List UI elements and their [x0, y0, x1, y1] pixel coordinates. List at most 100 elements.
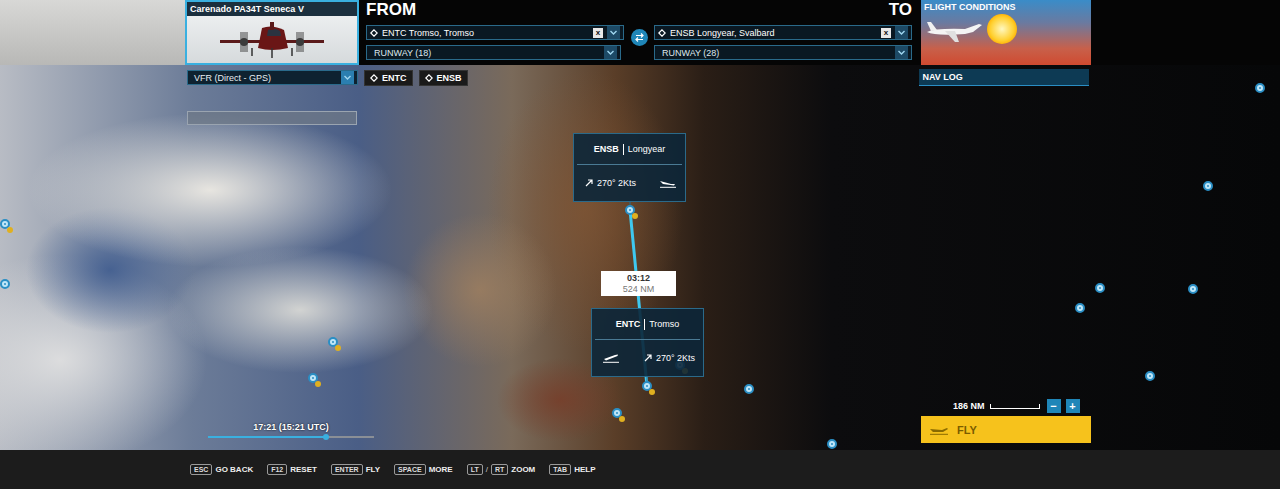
aircraft-icon	[187, 16, 357, 63]
from-airport: ENTC Tromso, Tromso	[382, 28, 589, 38]
chevron-down-icon	[604, 46, 617, 59]
waypoint-label: ENTC	[382, 73, 407, 83]
shortcut-label: HELP	[574, 465, 595, 474]
wind-reading: 270° 2Kts	[597, 178, 636, 188]
fly-label: FLY	[957, 424, 977, 436]
zoom-in-button[interactable]: +	[1066, 399, 1080, 413]
header: Carenado PA34T Seneca VFROMENTC Tromso, …	[0, 0, 1280, 90]
zoom-out-button[interactable]: −	[1047, 399, 1061, 413]
airport-pin-icon[interactable]	[744, 384, 754, 394]
shortcut-label: GO BACK	[215, 465, 253, 474]
airport-badge-icon	[632, 213, 638, 219]
airport-name: Tromso	[649, 319, 679, 329]
from-clear-button[interactable]: x	[593, 28, 603, 38]
divider	[623, 144, 624, 155]
shortcut[interactable]: ESCGO BACK	[190, 464, 253, 475]
waypoint-button[interactable]: ENTC	[364, 70, 413, 86]
chevron-down-icon	[607, 26, 620, 39]
waypoint-icon	[425, 74, 433, 82]
wind-reading: 270° 2Kts	[656, 353, 695, 363]
key-cap: ESC	[190, 464, 212, 475]
shortcut-label: RESET	[290, 465, 317, 474]
flight-plan-type: VFR (Direct - GPS)	[191, 73, 337, 83]
fly-button[interactable]: FLY	[921, 416, 1091, 443]
airport-popup[interactable]: ENTCTromso 270° 2Kts	[591, 308, 704, 377]
from-runway-dropdown[interactable]: RUNWAY (18)	[366, 45, 621, 60]
key-cap: F12	[267, 464, 287, 475]
to-airport: ENSB Longyear, Svalbard	[670, 28, 877, 38]
to-airport-field[interactable]: ENSB Longyear, Svalbard x	[654, 25, 912, 40]
route-label: 03:12524 NM	[601, 271, 676, 296]
shortcut-bar: ESCGO BACK F12RESET ENTERFLY SPACEMORE LT/RT…	[0, 450, 1280, 489]
wind-icon	[643, 353, 653, 363]
nav-log-button[interactable]: NAV LOG	[919, 69, 1089, 86]
aircraft-name: Carenado PA34T Seneca V	[187, 2, 357, 16]
airport-code: ENSB	[594, 144, 619, 154]
right-controls: 186 NM −+ FLY	[921, 399, 1091, 443]
airport-pin-icon[interactable]	[1075, 303, 1085, 313]
spacer	[359, 0, 362, 65]
shortcut[interactable]: F12RESET	[267, 464, 317, 475]
to-clear-button[interactable]: x	[881, 28, 891, 38]
chevron-down-icon	[341, 71, 354, 84]
airport-pin-icon[interactable]	[1255, 83, 1265, 93]
key-cap: LT	[467, 464, 483, 475]
popup-header: ENSB Longyear	[577, 134, 682, 165]
popup-wind-row: 270° 2Kts	[592, 340, 703, 376]
popup-header: ENTCTromso	[595, 309, 700, 340]
airplane-icon	[925, 16, 985, 50]
airport-pin-icon[interactable]	[1095, 283, 1105, 293]
flight-plan-dropdown[interactable]: VFR (Direct - GPS)	[187, 70, 358, 85]
aircraft-card[interactable]: Carenado PA34T Seneca V	[185, 0, 359, 65]
landing-icon	[659, 178, 677, 188]
from-airport-field[interactable]: ENTC Tromso, Tromso x	[366, 25, 624, 40]
airport-pin-icon[interactable]	[1145, 371, 1155, 381]
key-separator: /	[486, 465, 488, 474]
shortcut[interactable]: TABHELP	[549, 464, 595, 475]
route-time: 03:12	[627, 273, 650, 284]
airport-popup[interactable]: ENSB Longyear 270° 2Kts	[573, 133, 686, 202]
shortcut-label: FLY	[366, 465, 380, 474]
key-cap: TAB	[549, 464, 571, 475]
airport-badge-icon	[315, 381, 321, 387]
from-runway: RUNWAY (18)	[370, 48, 600, 58]
airport-pin-icon[interactable]	[1188, 284, 1198, 294]
swap-icon[interactable]	[631, 29, 648, 46]
scale-label: 186 NM	[953, 401, 985, 411]
search-field[interactable]	[187, 111, 357, 125]
top-bar: Carenado PA34T Seneca VFROMENTC Tromso, …	[0, 0, 1280, 65]
to-section: TO ENSB Longyear, Svalbard x RUNWAY (28)	[650, 0, 916, 65]
time-fill	[208, 436, 326, 438]
airport-pin-icon[interactable]	[827, 439, 837, 449]
plan-bar: VFR (Direct - GPS) ENTC ENSB NAV LOG	[0, 65, 1280, 90]
airport-name: Longyear	[628, 144, 666, 154]
key-cap: ENTER	[331, 464, 363, 475]
top-right-fill	[1091, 0, 1280, 65]
bottom-controls: 17:21 (15:21 UTC) 186 NM −+ FLY	[0, 399, 1280, 450]
to-heading: TO	[654, 0, 912, 20]
wind-group: 270° 2Kts	[584, 178, 636, 188]
waypoint-button[interactable]: ENSB	[419, 70, 468, 86]
airport-badge-icon	[335, 345, 341, 351]
takeoff-icon	[602, 353, 620, 363]
airport-pin-icon[interactable]	[1203, 181, 1213, 191]
airport-badge-icon	[619, 416, 625, 422]
airport-badge-icon	[7, 227, 13, 233]
shortcut[interactable]: ENTERFLY	[331, 464, 380, 475]
shortcut[interactable]: SPACEMORE	[394, 464, 453, 475]
key-cap: RT	[491, 464, 508, 475]
divider	[644, 319, 645, 330]
route-distance: 524 NM	[623, 284, 655, 295]
chevron-down-icon	[895, 46, 908, 59]
shortcut[interactable]: LT/RTZOOM	[467, 464, 536, 475]
to-runway-dropdown[interactable]: RUNWAY (28)	[654, 45, 912, 60]
airport-pin-icon[interactable]	[0, 279, 10, 289]
time-slider[interactable]: 17:21 (15:21 UTC)	[208, 422, 374, 438]
map-overlay: 17:21 (15:21 UTC) 186 NM −+ FLY	[0, 90, 1280, 450]
key-cap: SPACE	[394, 464, 426, 475]
from-section: FROMENTC Tromso, TromsoxRUNWAY (18)	[362, 0, 628, 65]
shortcut-label: ZOOM	[511, 465, 535, 474]
flight-conditions-card[interactable]: FLIGHT CONDITIONS	[921, 0, 1091, 65]
chevron-down-icon	[895, 26, 908, 39]
time-thumb[interactable]	[323, 434, 329, 440]
